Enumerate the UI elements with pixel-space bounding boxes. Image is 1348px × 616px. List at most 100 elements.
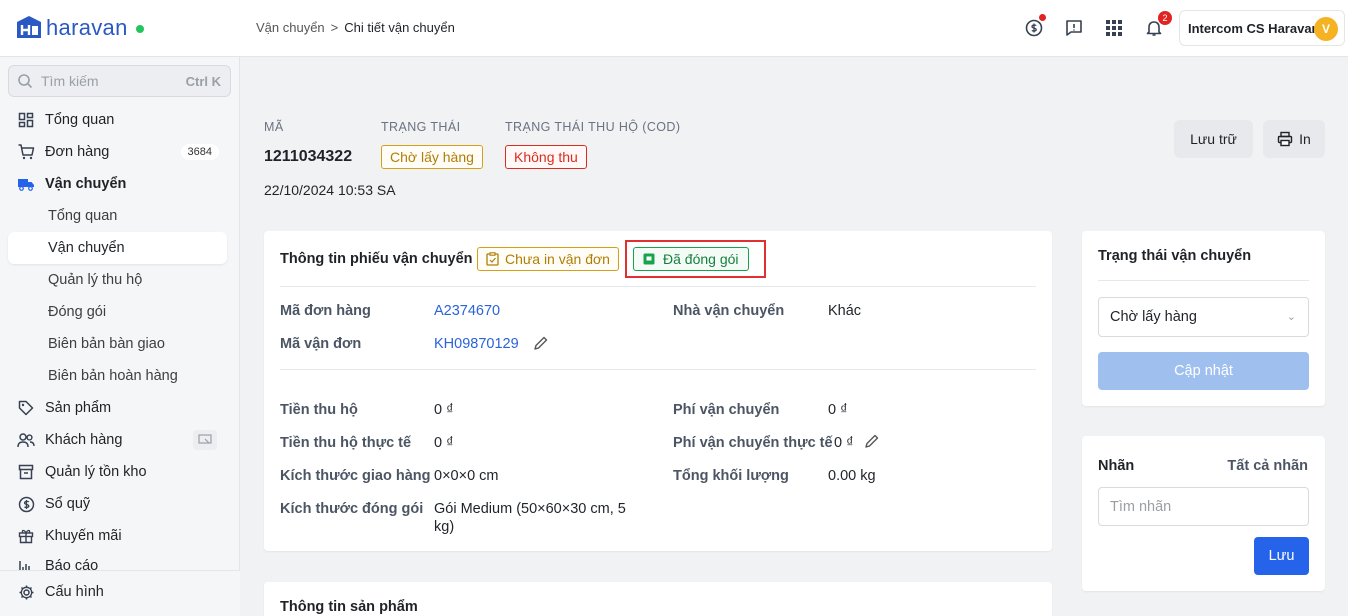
search-input[interactable]: Tìm kiếm Ctrl K (8, 65, 231, 97)
delivery-size-label: Kích thước giao hàng (280, 468, 431, 484)
tag-icon (17, 399, 35, 417)
sidebar-subitem-cod-management[interactable]: Quản lý thu hộ (8, 264, 227, 296)
sidebar-item-label: Đóng gói (48, 304, 107, 320)
orders-count-badge: 3684 (180, 144, 219, 160)
sidebar-item-label: Sản phẩm (45, 400, 112, 416)
logo-text: haravan (46, 15, 128, 40)
sidebar-item-settings[interactable]: Cấu hình (8, 576, 227, 608)
sidebar-item-reports[interactable]: Báo cáo (8, 552, 227, 572)
unprinted-waybill-label: Chưa in vận đơn (505, 251, 610, 267)
sidebar-item-overview[interactable]: Tổng quan (8, 104, 227, 136)
package-size-value-line2: kg) (434, 519, 455, 535)
cod-actual-value: 0 ₫ (434, 435, 454, 451)
carrier-value: Khác (828, 303, 862, 319)
sidebar-subitem-return-records[interactable]: Biên bản hoàn hàng (8, 360, 227, 392)
card-divider (280, 286, 1036, 287)
breadcrumb-parent[interactable]: Vận chuyển (256, 20, 325, 35)
sidebar-item-label: Tổng quan (45, 112, 115, 128)
apps-button[interactable] (1102, 16, 1126, 40)
update-status-button[interactable]: Cập nhật (1098, 352, 1309, 390)
shipping-fee-label: Phí vận chuyển (673, 402, 780, 418)
sidebar-item-label: Biên bản bàn giao (48, 336, 165, 352)
waybill-link[interactable]: KH09870129 (434, 336, 519, 352)
sidebar-item-label: Khuyến mãi (45, 528, 122, 544)
card-divider (280, 369, 1036, 370)
search-icon (18, 74, 33, 89)
search-placeholder: Tìm kiếm (41, 73, 99, 89)
order-code-link[interactable]: A2374670 (434, 303, 500, 319)
status-badge: Chờ lấy hàng (381, 145, 483, 169)
haravan-logo[interactable]: haravan (14, 14, 144, 42)
total-weight-label: Tổng khối lượng (673, 468, 789, 484)
sidebar-item-products[interactable]: Sản phẩm (8, 392, 227, 424)
sidebar-item-label: Biên bản hoàn hàng (48, 368, 178, 384)
alert-dot (1039, 14, 1046, 21)
archive-button-label: Lưu trữ (1190, 131, 1237, 147)
save-tags-button[interactable]: Lưu (1254, 537, 1309, 575)
edit-fee-pencil-icon[interactable] (864, 433, 880, 452)
sidebar-item-customers[interactable]: Khách hàng (8, 424, 227, 456)
shipment-info-title: Thông tin phiếu vận chuyển (280, 251, 473, 267)
status-label: TRẠNG THÁI (381, 120, 461, 134)
print-button[interactable]: In (1263, 120, 1325, 158)
history-button[interactable] (1022, 14, 1046, 40)
tags-title: Nhãn (1098, 458, 1135, 474)
clipboard-icon (486, 252, 499, 266)
update-status-label: Cập nhật (1174, 363, 1233, 379)
message-alert-icon (1066, 20, 1082, 36)
notification-badge: 2 (1158, 11, 1172, 25)
archive-button[interactable]: Lưu trữ (1174, 120, 1253, 158)
unprinted-waybill-tag: Chưa in vận đơn (477, 247, 619, 271)
carrier-label: Nhà vận chuyển (673, 303, 785, 319)
sidebar-subitem-shipping-overview[interactable]: Tổng quan (8, 200, 227, 232)
search-shortcut: Ctrl K (185, 73, 221, 89)
cod-amount-value: 0 ₫ (434, 402, 454, 418)
sidebar-subitem-shipments[interactable]: Vận chuyển (8, 232, 227, 264)
archive-box-icon (17, 463, 35, 481)
sidebar-subitem-handover-records[interactable]: Biên bản bàn giao (8, 328, 227, 360)
notifications-button[interactable]: 2 (1142, 11, 1172, 40)
clock-dollar-icon (1025, 19, 1043, 37)
sidebar-item-label: Sổ quỹ (45, 496, 91, 512)
shipping-status-select[interactable]: Chờ lấy hàng ⌄ (1098, 297, 1309, 337)
printer-icon (1277, 131, 1293, 147)
sidebar-item-shipping[interactable]: Vận chuyển (8, 168, 227, 200)
sidebar-subitem-packing[interactable]: Đóng gói (8, 296, 227, 328)
sidebar-item-label: Cấu hình (45, 584, 104, 600)
users-icon (17, 431, 35, 449)
account-menu[interactable]: Intercom CS Haravan V (1179, 10, 1345, 46)
sidebar-item-label: Quản lý tồn kho (45, 464, 147, 480)
grid-apps-icon (1106, 20, 1122, 36)
external-screen-icon[interactable] (193, 430, 217, 450)
delivery-size-value: 0×0×0 cm (434, 468, 499, 484)
sidebar-item-cashbook[interactable]: Sổ quỹ (8, 488, 227, 520)
dollar-circle-icon (17, 495, 35, 513)
gift-icon (17, 527, 35, 545)
highlight-annotation (625, 240, 766, 278)
sidebar: Tìm kiếm Ctrl K Tổng quan Đơn hàng 3684 … (0, 57, 240, 616)
shipping-fee-value: 0 ₫ (828, 402, 848, 418)
shipping-fee-actual-value: 0 ₫ (834, 435, 854, 451)
shipment-code: 1211034322 (264, 148, 353, 165)
account-name: Intercom CS Haravan (1188, 20, 1320, 36)
package-size-value-line1: Gói Medium (50×60×30 cm, 5 (434, 501, 626, 517)
top-bar: haravan Vận chuyển > Chi tiết vận chuyển… (0, 0, 1348, 57)
order-code-label: Mã đơn hàng (280, 303, 371, 319)
print-button-label: In (1299, 131, 1311, 147)
sidebar-footer: Cấu hình (0, 570, 240, 616)
tag-search-input[interactable]: Tìm nhãn (1098, 487, 1309, 526)
feedback-button[interactable] (1062, 16, 1086, 40)
sidebar-item-promotions[interactable]: Khuyến mãi (8, 520, 227, 552)
save-tags-label: Lưu (1268, 548, 1295, 564)
sidebar-item-label: Vận chuyển (45, 176, 127, 192)
dashboard-icon (17, 111, 35, 129)
sidebar-item-orders[interactable]: Đơn hàng 3684 (8, 136, 227, 168)
cod-actual-label: Tiền thu hộ thực tế (280, 435, 412, 451)
logo-icon (17, 16, 41, 38)
sidebar-item-label: Đơn hàng (45, 144, 110, 160)
sidebar-item-inventory[interactable]: Quản lý tồn kho (8, 456, 227, 488)
avatar: V (1314, 17, 1338, 41)
all-tags-link[interactable]: Tất cả nhãn (1227, 458, 1308, 474)
edit-waybill-pencil-icon[interactable] (533, 335, 549, 354)
breadcrumb: Vận chuyển > Chi tiết vận chuyển (256, 20, 455, 35)
